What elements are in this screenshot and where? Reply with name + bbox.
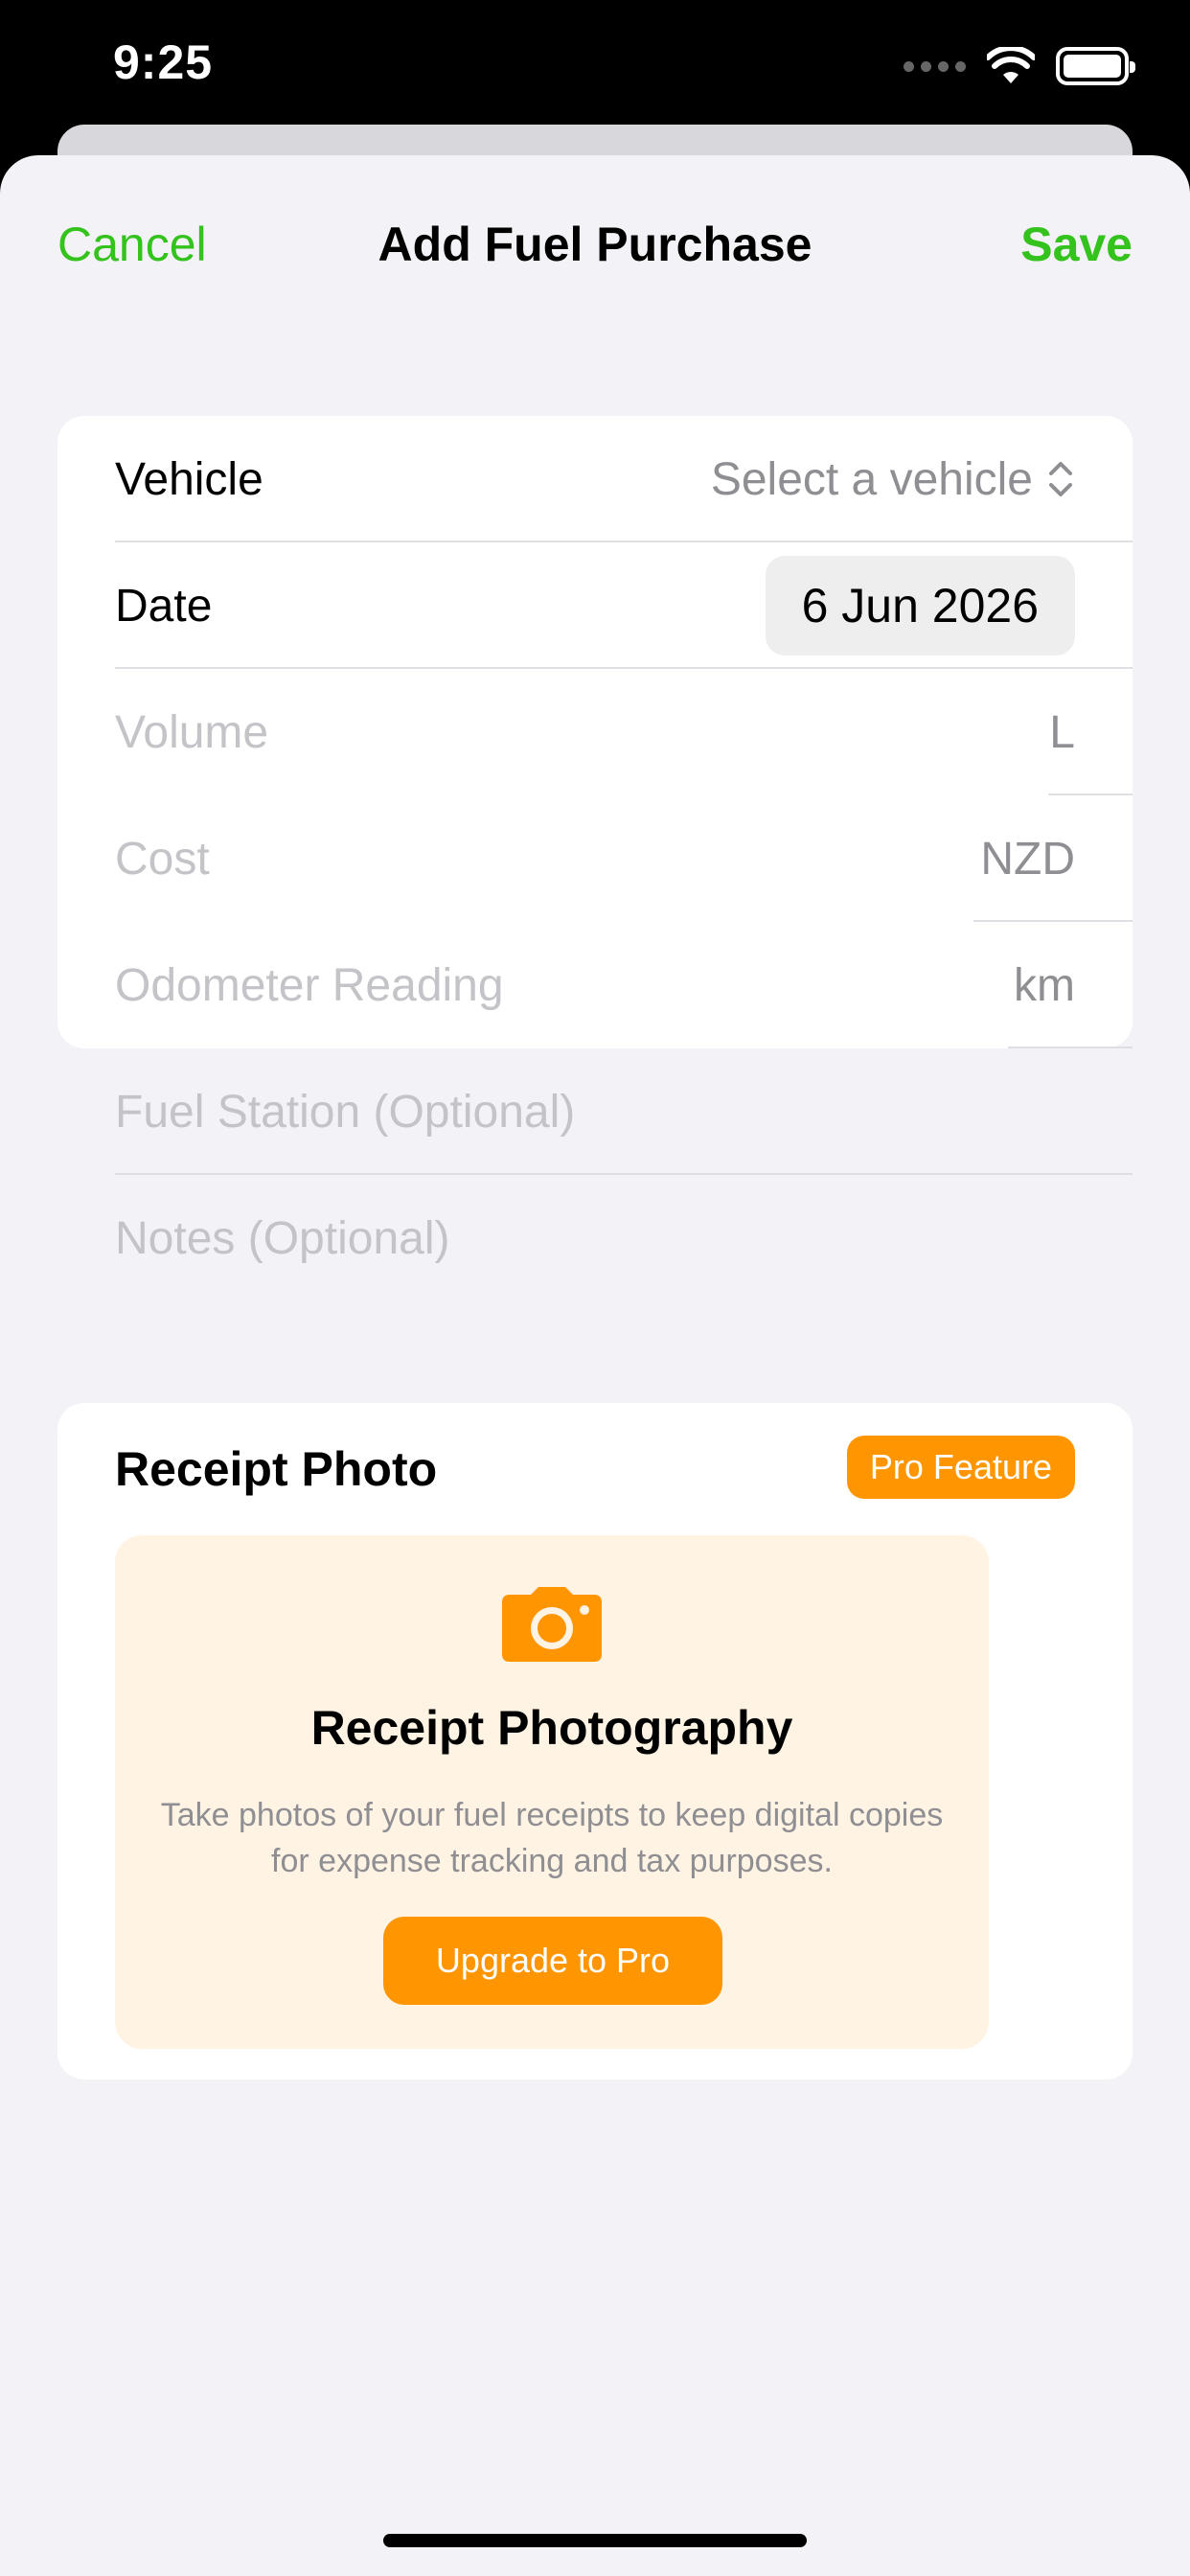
odometer-row[interactable]: Odometer Reading km [115,922,1133,1048]
status-time: 9:25 [113,35,214,89]
date-row: Date 6 Jun 2026 [115,542,1133,669]
home-indicator[interactable] [383,2534,807,2547]
wifi-icon [987,47,1035,83]
fuel-station-input[interactable]: Fuel Station (Optional) [115,1086,575,1138]
fuel-station-row[interactable]: Fuel Station (Optional) [115,1048,1133,1175]
navigation-bar: Cancel Add Fuel Purchase Save [0,203,1190,289]
vehicle-picker-row[interactable]: Vehicle Select a vehicle [115,416,1133,542]
volume-row[interactable]: Volume L [115,669,1133,795]
phone-screen: 9:25 Cancel Add Fuel Purchase Save Vehic… [0,0,1190,2576]
cost-input[interactable]: Cost [115,833,210,886]
receipt-promo-box: Receipt Photography Take photos of your … [115,1535,989,2049]
add-fuel-sheet: Cancel Add Fuel Purchase Save Vehicle Se… [0,155,1190,2576]
vehicle-label: Vehicle [115,453,263,505]
volume-unit: L [1049,706,1075,758]
fuel-form-card: Vehicle Select a vehicle Date 6 Jun 2026 [57,416,1133,1264]
receipt-photo-card: Receipt Photo Pro Feature Receipt Photog… [57,1403,1133,2080]
cost-unit: NZD [980,833,1075,885]
odometer-unit: km [1014,959,1075,1011]
status-icons [904,42,1135,90]
cancel-button[interactable]: Cancel [57,217,207,272]
promo-description: Take photos of your fuel receipts to kee… [160,1797,944,1879]
notes-row[interactable]: Notes (Optional) [115,1175,1133,1301]
vehicle-picker[interactable]: Select a vehicle [711,416,1075,542]
save-button[interactable]: Save [1020,217,1133,272]
volume-input[interactable]: Volume [115,706,268,759]
date-picker-button[interactable]: 6 Jun 2026 [765,556,1075,656]
cost-row[interactable]: Cost NZD [115,795,1133,922]
receipt-photo-title: Receipt Photo [115,1442,438,1496]
notch [291,0,899,86]
battery-icon [1056,47,1135,85]
promo-title: Receipt Photography [310,1701,793,1755]
chevron-up-down-icon [1046,458,1075,500]
odometer-input[interactable]: Odometer Reading [115,959,504,1012]
date-label: Date [115,580,213,632]
status-bar: 9:25 [0,0,1190,144]
upgrade-to-pro-button[interactable]: Upgrade to Pro [383,1917,722,2005]
notes-input[interactable]: Notes (Optional) [115,1212,449,1265]
pro-feature-badge: Pro Feature [846,1436,1075,1499]
camera-icon [502,1587,602,1662]
cellular-signal-icon [904,60,966,72]
vehicle-value: Select a vehicle [710,453,1033,505]
